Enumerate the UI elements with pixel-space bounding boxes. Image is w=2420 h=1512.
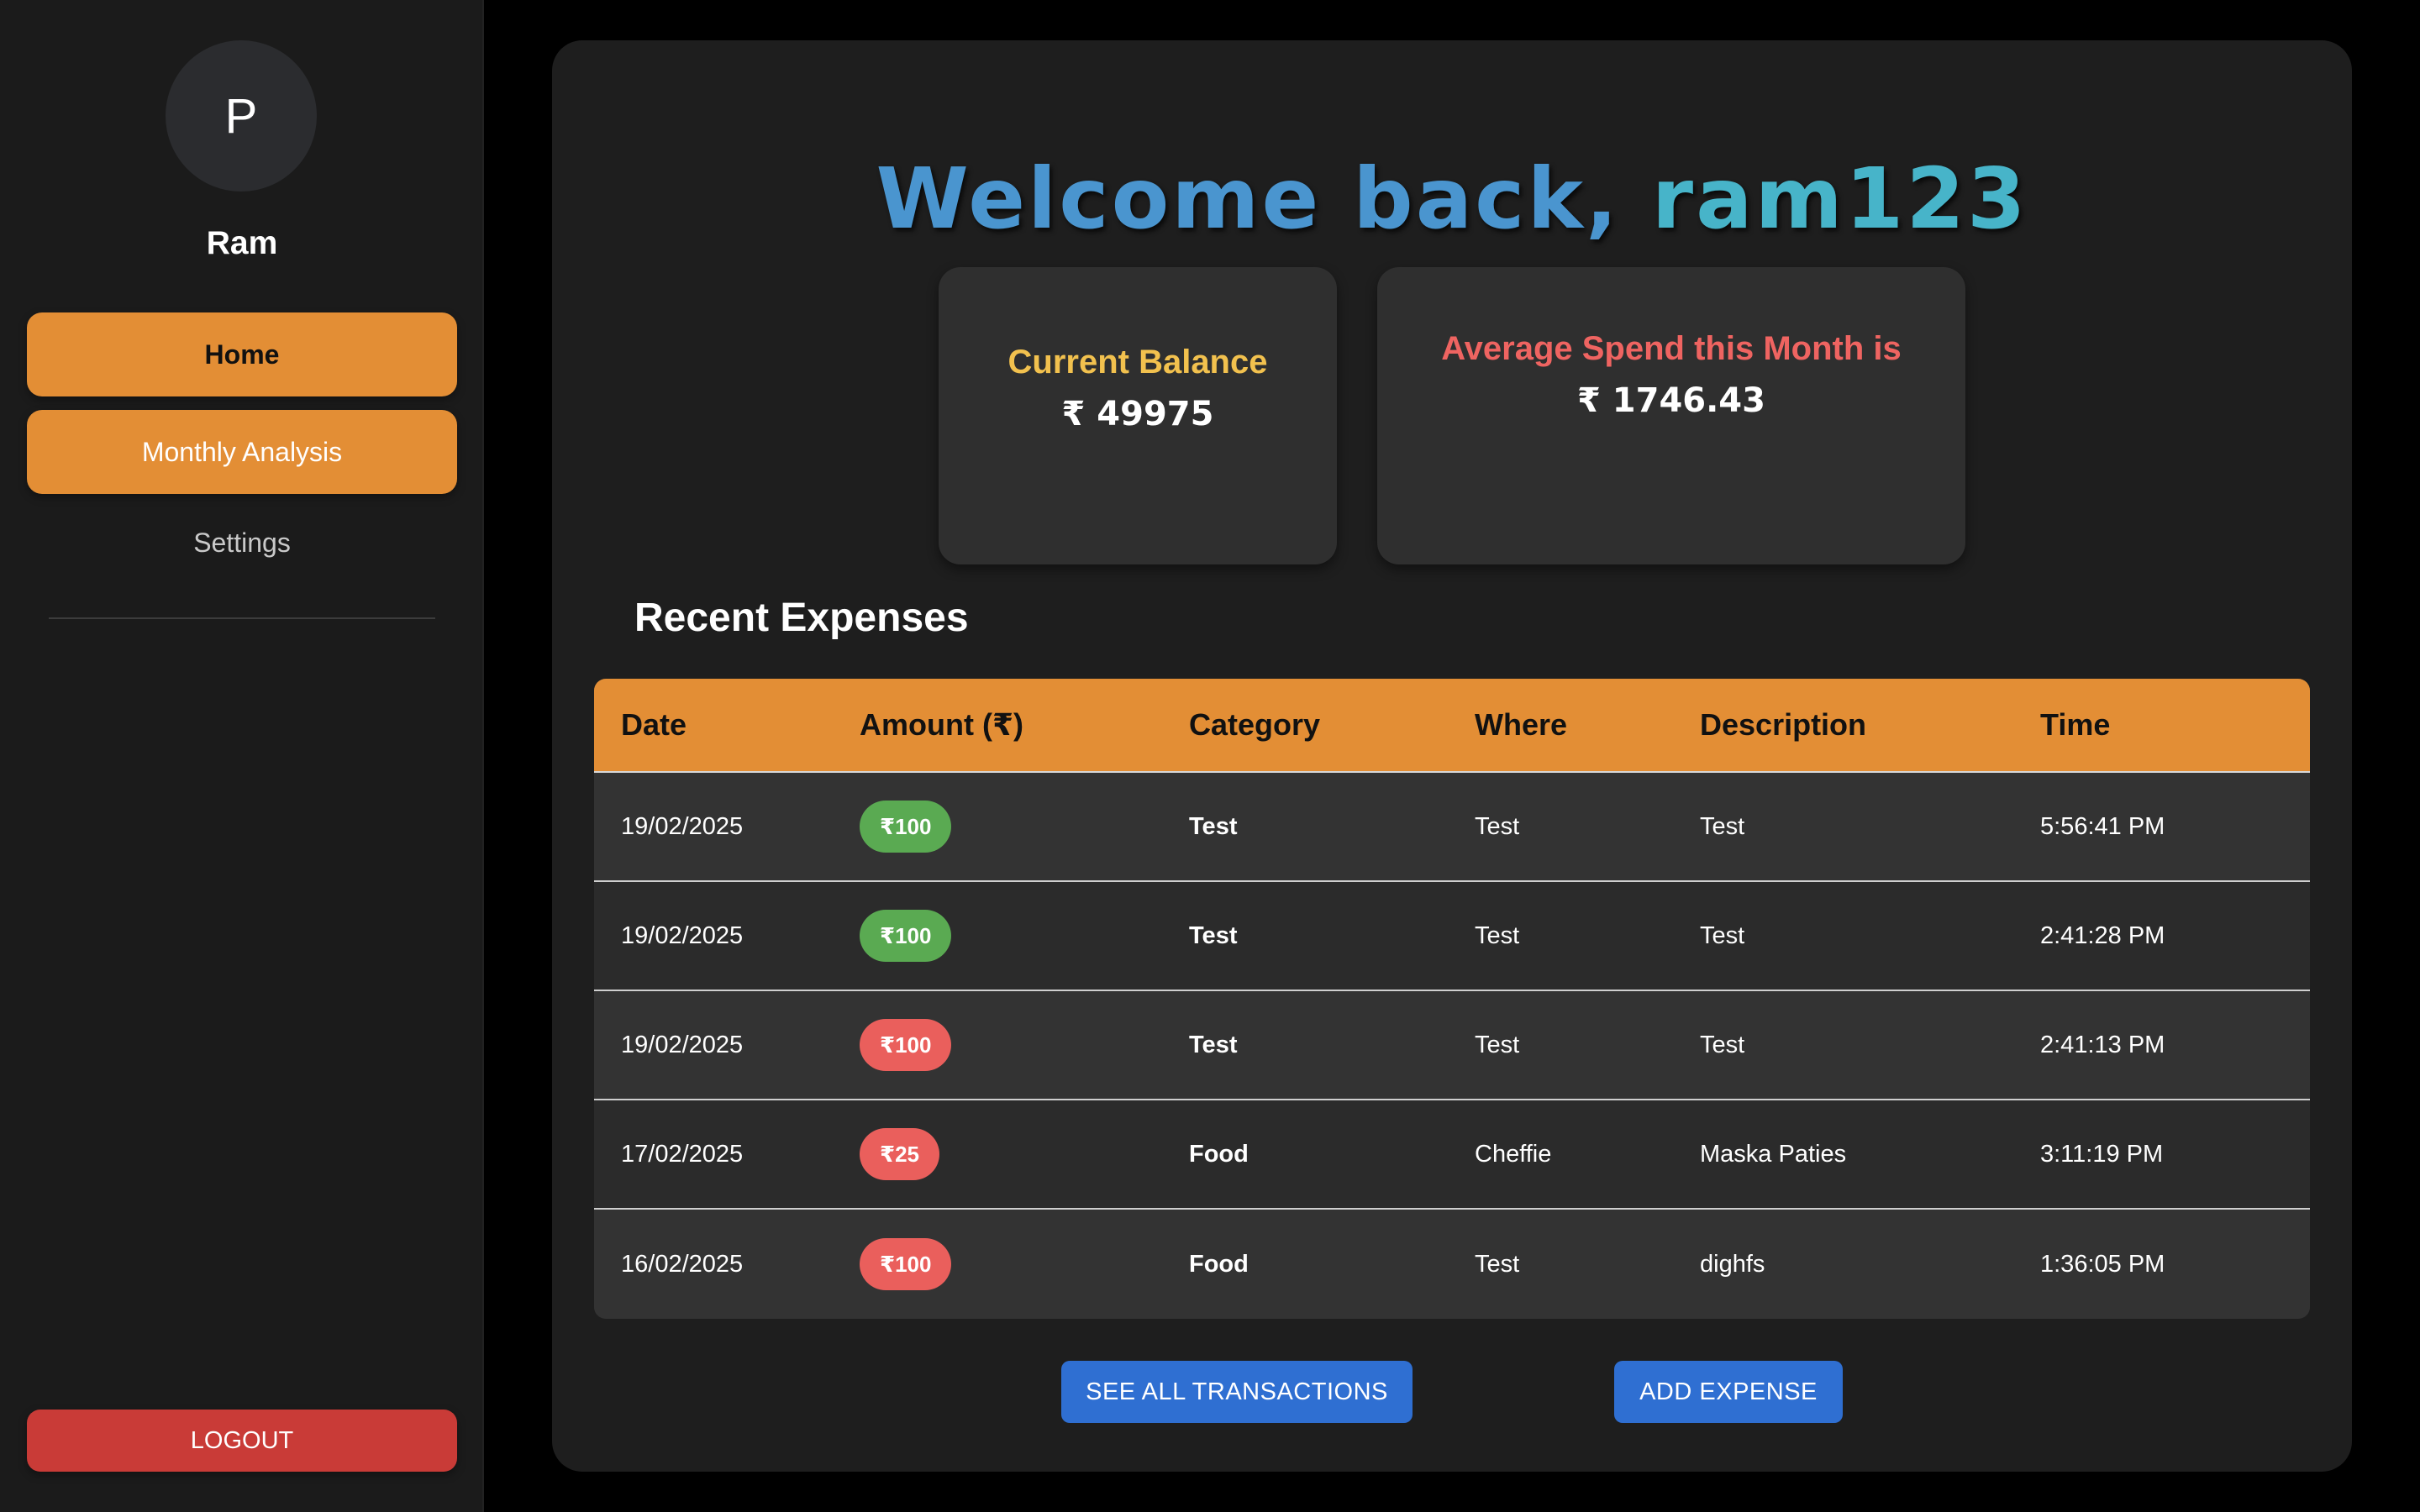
cell-category: Food <box>1189 1250 1249 1278</box>
sidebar: P Ram Home Monthly Analysis Settings LOG… <box>0 0 484 1512</box>
nav-settings-link[interactable]: Settings <box>0 528 484 559</box>
cell-time: 1:36:05 PM <box>2040 1250 2165 1278</box>
cell-date: 19/02/2025 <box>621 1031 744 1058</box>
header-time: Time <box>2040 707 2111 742</box>
cell-where: Test <box>1475 921 1520 949</box>
cell-description: Test <box>1700 1031 1745 1058</box>
header-category: Category <box>1189 707 1321 742</box>
header-amount: Amount (₹) <box>860 707 1023 742</box>
cell-description: dighfs <box>1700 1250 1765 1278</box>
cell-time: 5:56:41 PM <box>2040 812 2165 840</box>
welcome-prefix: Welcome back, <box>876 150 1652 248</box>
welcome-heading: Welcome back, ram123 <box>552 150 2352 248</box>
recent-expenses-title: Recent Expenses <box>634 596 969 640</box>
table-row[interactable]: 17/02/2025 ₹25 Food Cheffie Maska Paties… <box>594 1100 2310 1210</box>
sidebar-divider <box>49 617 435 619</box>
cell-time: 2:41:28 PM <box>2040 921 2165 949</box>
see-all-transactions-button[interactable]: SEE ALL TRANSACTIONS <box>1061 1361 1413 1423</box>
table-header: Date Amount (₹) Category Where Descripti… <box>594 679 2310 773</box>
cell-description: Test <box>1700 921 1745 949</box>
nav-monthly-analysis-button[interactable]: Monthly Analysis <box>27 410 457 494</box>
cell-amount: ₹100 <box>860 910 1189 962</box>
cell-where: Test <box>1475 1250 1520 1278</box>
cell-time: 3:11:19 PM <box>2040 1140 2164 1168</box>
cell-date: 17/02/2025 <box>621 1140 744 1168</box>
table-row[interactable]: 19/02/2025 ₹100 Test Test Test 2:41:13 P… <box>594 991 2310 1100</box>
cell-date: 19/02/2025 <box>621 921 744 949</box>
average-spend-value: ₹ 1746.43 <box>1577 381 1765 420</box>
cell-amount: ₹100 <box>860 801 1189 853</box>
recent-expenses-table: Date Amount (₹) Category Where Descripti… <box>594 679 2310 1319</box>
average-spend-title: Average Spend this Month is <box>1441 330 1902 367</box>
cell-category: Test <box>1189 921 1238 949</box>
header-where: Where <box>1475 707 1568 742</box>
cell-where: Test <box>1475 1031 1520 1058</box>
cell-date: 16/02/2025 <box>621 1250 744 1278</box>
header-description: Description <box>1700 707 1867 742</box>
cell-description: Maska Paties <box>1700 1140 1847 1168</box>
nav-home-button[interactable]: Home <box>27 312 457 396</box>
current-balance-title: Current Balance <box>1007 344 1268 381</box>
average-spend-card: Average Spend this Month is ₹ 1746.43 <box>1377 267 1965 564</box>
cell-category: Food <box>1189 1140 1249 1168</box>
table-row[interactable]: 19/02/2025 ₹100 Test Test Test 5:56:41 P… <box>594 773 2310 882</box>
main-panel: Welcome back, ram123 Current Balance ₹ 4… <box>552 40 2352 1472</box>
amount-badge: ₹100 <box>860 801 952 853</box>
cell-where: Test <box>1475 812 1520 840</box>
cell-amount: ₹25 <box>860 1128 1189 1180</box>
cell-amount: ₹100 <box>860 1238 1189 1290</box>
cell-description: Test <box>1700 812 1745 840</box>
logout-button[interactable]: LOGOUT <box>27 1410 457 1472</box>
header-date: Date <box>621 707 687 742</box>
current-balance-card: Current Balance ₹ 49975 <box>939 267 1337 564</box>
cell-where: Cheffie <box>1475 1140 1552 1168</box>
table-row[interactable]: 19/02/2025 ₹100 Test Test Test 2:41:28 P… <box>594 882 2310 991</box>
cell-date: 19/02/2025 <box>621 812 744 840</box>
amount-badge: ₹25 <box>860 1128 940 1180</box>
table-row[interactable]: 16/02/2025 ₹100 Food Test dighfs 1:36:05… <box>594 1210 2310 1319</box>
cell-time: 2:41:13 PM <box>2040 1031 2165 1058</box>
cell-amount: ₹100 <box>860 1019 1189 1071</box>
add-expense-button[interactable]: ADD EXPENSE <box>1614 1361 1843 1423</box>
amount-badge: ₹100 <box>860 1238 952 1290</box>
cell-category: Test <box>1189 1031 1238 1058</box>
user-name: Ram <box>206 225 278 261</box>
welcome-username: ram123 <box>1651 150 2028 248</box>
amount-badge: ₹100 <box>860 1019 952 1071</box>
cell-category: Test <box>1189 812 1238 840</box>
amount-badge: ₹100 <box>860 910 952 962</box>
current-balance-value: ₹ 49975 <box>1061 395 1214 433</box>
avatar[interactable]: P <box>166 40 317 192</box>
